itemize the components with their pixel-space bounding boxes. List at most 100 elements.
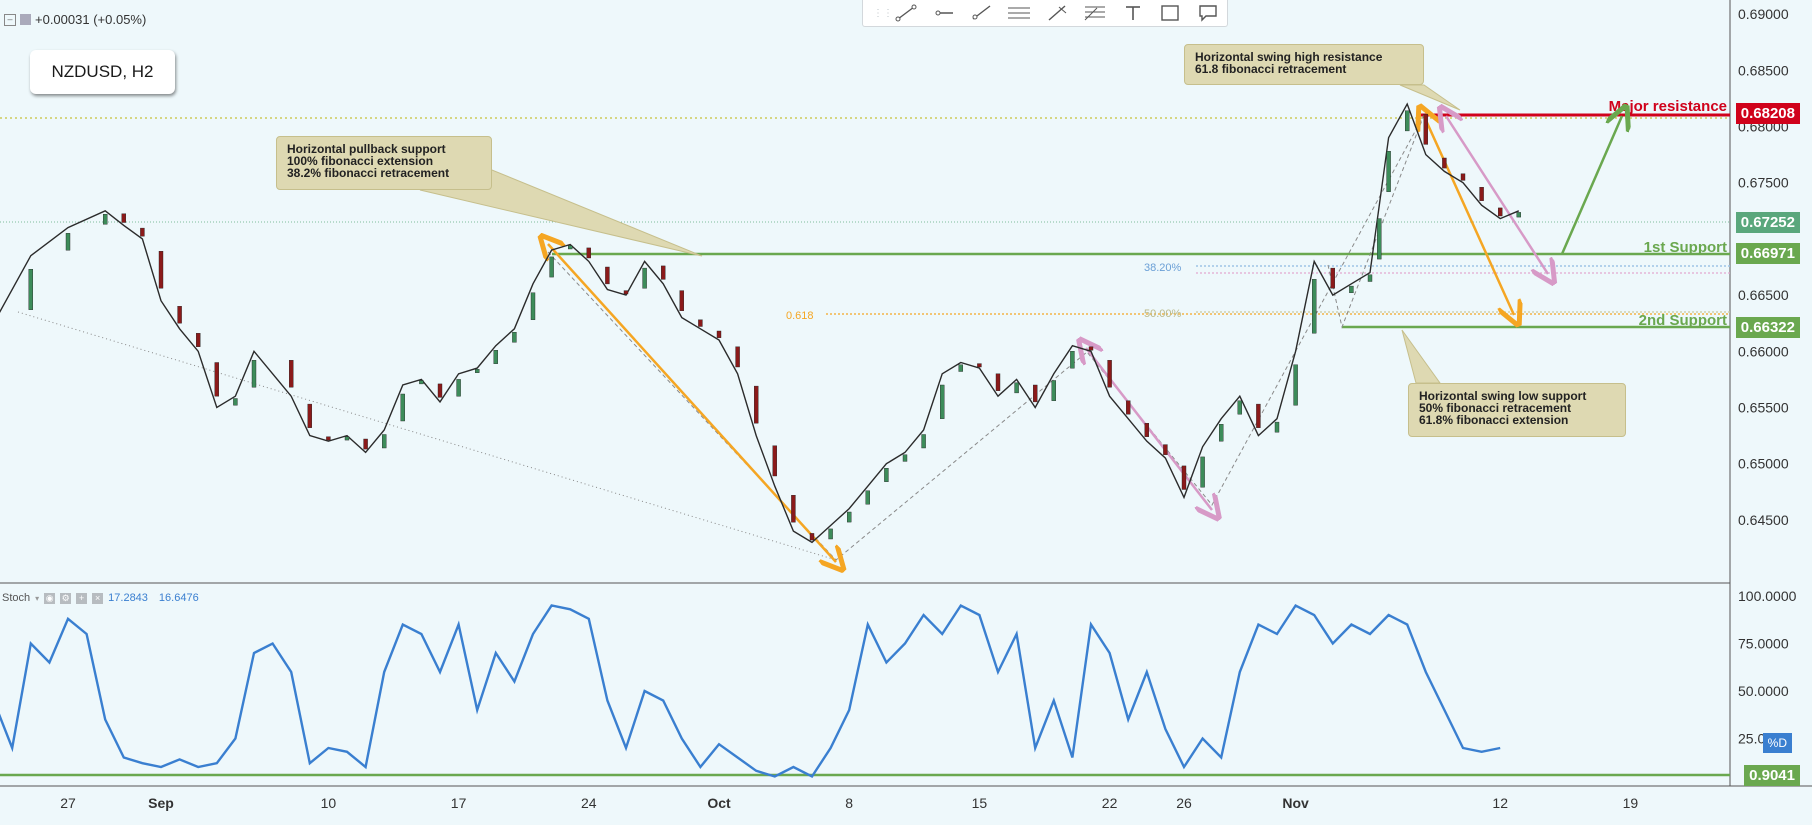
symbol-label[interactable]: NZDUSD, H2 — [30, 50, 175, 94]
price-candle — [1144, 423, 1150, 437]
first-support-label: 1st Support — [1644, 239, 1727, 256]
price-candle — [437, 383, 443, 398]
trend-line-icon[interactable] — [887, 0, 925, 27]
stoch-d-tag: %D — [1762, 733, 1792, 753]
stoch-tick-label: 75.0000 — [1738, 636, 1789, 652]
settings-icon[interactable]: ⚙ — [60, 592, 72, 604]
price-candle — [233, 398, 238, 406]
price-candle — [902, 454, 908, 462]
price-candle — [586, 247, 591, 259]
price-candle — [1330, 267, 1336, 289]
time-tick-label: 24 — [581, 795, 597, 811]
price-candle — [1070, 351, 1075, 369]
stoch-tick-label: 100.0000 — [1738, 588, 1797, 604]
price-candle — [28, 269, 33, 310]
price-candle — [735, 346, 740, 368]
stoch-d-value: 16.6476 — [158, 592, 199, 604]
time-tick-label: 17 — [451, 795, 467, 811]
current-price-tag: 0.67252 — [1735, 212, 1800, 233]
time-tick-label: 19 — [1623, 795, 1639, 811]
price-candle — [326, 436, 331, 441]
horizontal-ray-icon[interactable] — [925, 0, 963, 27]
rectangle-icon[interactable] — [1151, 0, 1189, 27]
time-tick-label: 15 — [972, 795, 988, 811]
price-candle — [698, 319, 703, 327]
price-candle — [1423, 113, 1429, 145]
price-candle — [1125, 400, 1131, 415]
price-candle — [791, 495, 796, 523]
price-candle — [865, 490, 870, 505]
price-candle — [493, 350, 498, 364]
price-candle — [977, 363, 982, 368]
price-candle — [642, 267, 647, 289]
price-candle — [1088, 346, 1094, 351]
price-tick-label: 0.65000 — [1738, 456, 1789, 472]
price-candle — [1274, 421, 1280, 433]
price-candle — [661, 265, 666, 280]
price-tick-label: 0.68500 — [1738, 62, 1789, 78]
first-support-price-tag: 0.66971 — [1735, 243, 1800, 264]
price-candle — [1014, 382, 1019, 394]
swing-low-note[interactable]: Horizontal swing low support 50% fibonac… — [1408, 383, 1626, 437]
add-icon[interactable]: + — [76, 592, 88, 604]
price-candle — [456, 379, 461, 397]
note-line: 61.8% fibonacci extension — [1419, 413, 1569, 427]
fib-connector — [1327, 114, 1425, 329]
price-candle — [1163, 444, 1168, 455]
collapse-icon[interactable]: – — [4, 13, 16, 26]
price-candle — [1218, 424, 1224, 442]
price-candle — [1442, 157, 1447, 169]
price-candle — [605, 266, 610, 285]
note-line: 61.8 fibonacci retracement — [1195, 62, 1347, 76]
callout-icon[interactable] — [1189, 0, 1227, 27]
dropdown-icon[interactable]: ▾ — [35, 594, 39, 603]
time-tick-label: 10 — [321, 795, 337, 811]
price-candle — [475, 369, 480, 373]
price-candle — [940, 384, 945, 419]
price-candle — [1479, 186, 1484, 201]
fib-retracement-icon[interactable] — [1076, 0, 1114, 27]
price-candle — [995, 373, 1001, 391]
stoch-k-value: 17.2843 — [108, 592, 148, 604]
resistance-note[interactable]: Horizontal swing high resistance 61.8 fi… — [1184, 44, 1424, 85]
stoch-name: Stoch — [2, 592, 31, 604]
price-candle — [289, 360, 294, 388]
price-candle — [754, 385, 759, 424]
second-support-price-tag: 0.66322 — [1735, 317, 1800, 338]
stoch-tick-label: 50.0000 — [1738, 683, 1789, 699]
price-candle — [1516, 212, 1522, 218]
price-candle — [884, 468, 889, 482]
price-candle — [623, 290, 629, 295]
close-icon[interactable]: × — [92, 592, 104, 604]
price-candle — [1181, 465, 1187, 490]
price-candle — [1107, 360, 1112, 388]
drag-handle-icon[interactable]: ⋮⋮ — [873, 8, 893, 19]
price-tick-label: 0.67500 — [1738, 175, 1789, 191]
price-candle — [809, 533, 815, 541]
pitchfork-icon[interactable] — [1038, 0, 1076, 27]
price-candle — [958, 364, 963, 372]
price-candle — [344, 436, 350, 441]
price-candle — [772, 445, 777, 477]
price-candle — [1367, 274, 1373, 282]
price-candle — [158, 250, 164, 289]
text-icon[interactable] — [1114, 0, 1152, 27]
resistance-note-pointer — [1399, 84, 1461, 111]
price-candle — [1237, 400, 1243, 415]
ray-icon[interactable] — [963, 0, 1001, 27]
price-candle — [512, 332, 517, 343]
trend-line — [17, 311, 837, 561]
price-candle — [568, 245, 573, 250]
parallel-channel-icon[interactable] — [1000, 0, 1038, 27]
chart-stage: Major resistance 1st Support 2nd Support 38… — [0, 0, 1812, 825]
time-tick-label: Sep — [148, 795, 174, 811]
price-candle — [140, 227, 145, 237]
symbol-text: NZDUSD, H2 — [51, 62, 154, 81]
price-candle — [1032, 384, 1038, 403]
pullback-note[interactable]: Horizontal pullback support 100% fibonac… — [276, 136, 492, 190]
flag-icon[interactable] — [20, 14, 31, 25]
eye-icon[interactable]: ◉ — [44, 592, 56, 604]
price-candle — [307, 403, 312, 428]
time-tick-label: Nov — [1282, 795, 1309, 811]
price-candle — [1404, 110, 1410, 132]
